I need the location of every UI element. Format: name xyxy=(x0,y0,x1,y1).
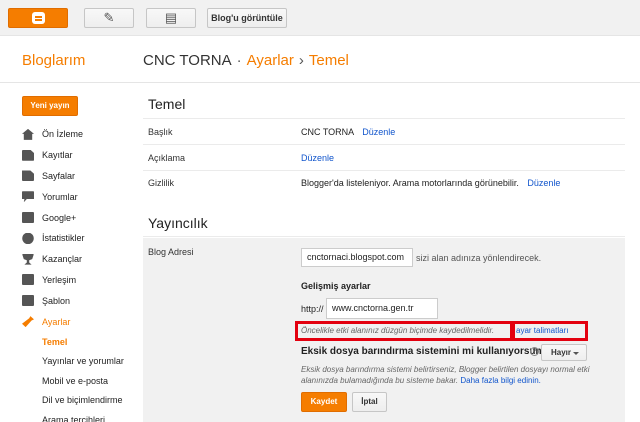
redirect-note: sizi alan adınıza yönlendirecek. xyxy=(416,253,542,263)
sidebar-subitem-search-prefs[interactable]: Arama tercihleri xyxy=(22,410,140,422)
row-divider xyxy=(143,170,625,171)
sidebar-item-label: Ayarlar xyxy=(42,316,71,327)
layout-icon xyxy=(22,274,34,286)
breadcrumb: CNC TORNA · Ayarlar › Temel xyxy=(143,52,349,69)
wrench-icon xyxy=(22,316,34,328)
edit-privacy-link[interactable]: Düzenle xyxy=(527,178,560,188)
view-blog-button[interactable]: Blog'u görüntüle xyxy=(207,8,287,28)
section-title-publishing: Yayıncılık xyxy=(148,215,208,231)
posts-list-toolbar-button[interactable]: ▤ xyxy=(146,8,196,28)
custom-domain-input[interactable]: www.cnctorna.gen.tr xyxy=(326,298,438,319)
sidebar-item-label: Sayfalar xyxy=(42,170,76,181)
home-icon xyxy=(22,128,34,140)
breadcrumb-separator: · xyxy=(236,52,242,69)
description-row-value: Düzenle xyxy=(301,153,334,163)
help-icon[interactable]: ? xyxy=(530,347,539,356)
missing-files-description: Eksik dosya barındırma sistemi belirtirs… xyxy=(301,364,619,386)
title-row-value: CNC TORNA Düzenle xyxy=(301,127,395,137)
privacy-row-value: Blogger'da listeleniyor. Arama motorları… xyxy=(301,178,560,188)
save-button[interactable]: Kaydet xyxy=(301,392,347,412)
http-prefix-label: http:// xyxy=(301,304,324,314)
row-divider xyxy=(143,144,625,145)
advanced-settings-title: Gelişmiş ayarlar xyxy=(301,281,371,291)
sidebar-item-label: Yerleşim xyxy=(42,274,77,285)
highlight-box-warning xyxy=(295,321,513,341)
edit-title-link[interactable]: Düzenle xyxy=(362,127,395,137)
blogger-home-button[interactable] xyxy=(8,8,68,28)
privacy-value: Blogger'da listeleniyor. Arama motorları… xyxy=(301,178,519,188)
sidebar-subitem-posts-comments[interactable]: Yayınlar ve yorumlar xyxy=(22,351,140,371)
highlight-box-instructions xyxy=(512,321,588,341)
sidebar-item-google-plus[interactable]: Google+ xyxy=(22,207,140,228)
breadcrumb-page: Temel xyxy=(308,52,349,69)
missing-files-question: Eksik dosya barındırma sistemini mi kull… xyxy=(301,346,559,357)
sidebar-item-label: Şablon xyxy=(42,295,71,306)
top-toolbar: ✎ ▤ Blog'u görüntüle xyxy=(0,0,640,36)
sidebar-item-label: Kayıtlar xyxy=(42,150,73,161)
sidebar-item-label: Google+ xyxy=(42,212,77,223)
earnings-icon xyxy=(22,253,34,265)
section-divider xyxy=(143,236,625,237)
pencil-icon: ✎ xyxy=(103,10,115,25)
more-info-link[interactable]: Daha fazla bilgi edinin. xyxy=(460,376,541,385)
sidebar-subitem-basic[interactable]: Temel xyxy=(22,332,140,352)
sidebar-nav: Ön İzleme Kayıtlar Sayfalar Yorumlar Goo… xyxy=(22,124,140,422)
sidebar-item-label: Ön İzleme xyxy=(42,129,84,140)
pages-icon xyxy=(22,170,34,182)
missing-files-dropdown[interactable]: Hayır xyxy=(541,344,587,361)
sidebar-item-stats[interactable]: İstatistikler xyxy=(22,228,140,249)
google-plus-icon xyxy=(22,212,34,224)
sidebar-subitem-mobile-email[interactable]: Mobil ve e-posta xyxy=(22,371,140,391)
privacy-label: Gizlilik xyxy=(148,178,174,188)
blogger-logo-icon xyxy=(32,12,45,24)
header-divider xyxy=(0,82,640,83)
sidebar-item-settings[interactable]: Ayarlar xyxy=(22,311,140,332)
sidebar-subitem-language[interactable]: Dil ve biçimlendirme xyxy=(22,390,140,410)
new-post-toolbar-button[interactable]: ✎ xyxy=(84,8,134,28)
sidebar-item-comments[interactable]: Yorumlar xyxy=(22,186,140,207)
sidebar-item-label: Yorumlar xyxy=(42,191,78,202)
my-blogs-link[interactable]: Bloglarım xyxy=(22,52,85,69)
new-post-button[interactable]: Yeni yayın xyxy=(22,96,78,116)
blogspot-address-field[interactable]: cnctornaci.blogspot.com xyxy=(301,248,413,267)
sidebar-item-label: Kazançlar xyxy=(42,254,83,265)
sidebar-item-overview[interactable]: Ön İzleme xyxy=(22,124,140,145)
sidebar-item-template[interactable]: Şablon xyxy=(22,290,140,311)
stats-icon xyxy=(22,232,34,244)
comments-icon xyxy=(22,191,34,203)
sidebar-item-pages[interactable]: Sayfalar xyxy=(22,166,140,187)
section-title-basic: Temel xyxy=(148,96,186,112)
breadcrumb-blog-name[interactable]: CNC TORNA xyxy=(143,52,232,69)
pages-icon: ▤ xyxy=(164,10,178,25)
description-label: Açıklama xyxy=(148,153,186,163)
cancel-button[interactable]: İptal xyxy=(352,392,387,412)
blog-title-value: CNC TORNA xyxy=(301,127,354,137)
breadcrumb-settings[interactable]: Ayarlar xyxy=(247,52,294,69)
description-text: Eksik dosya barındırma sistemi belirtirs… xyxy=(301,365,590,385)
edit-description-link[interactable]: Düzenle xyxy=(301,153,334,163)
breadcrumb-separator: › xyxy=(298,52,304,69)
sidebar-item-posts[interactable]: Kayıtlar xyxy=(22,145,140,166)
template-icon xyxy=(22,295,34,307)
sidebar-item-earnings[interactable]: Kazançlar xyxy=(22,249,140,270)
sidebar-item-layout[interactable]: Yerleşim xyxy=(22,270,140,291)
posts-icon xyxy=(22,149,34,161)
chevron-down-icon xyxy=(573,352,579,355)
section-divider xyxy=(143,118,625,119)
sidebar-item-label: İstatistikler xyxy=(42,233,85,244)
title-label: Başlık xyxy=(148,127,173,137)
dropdown-value: Hayır xyxy=(551,348,572,357)
blog-address-label: Blog Adresi xyxy=(148,247,194,257)
